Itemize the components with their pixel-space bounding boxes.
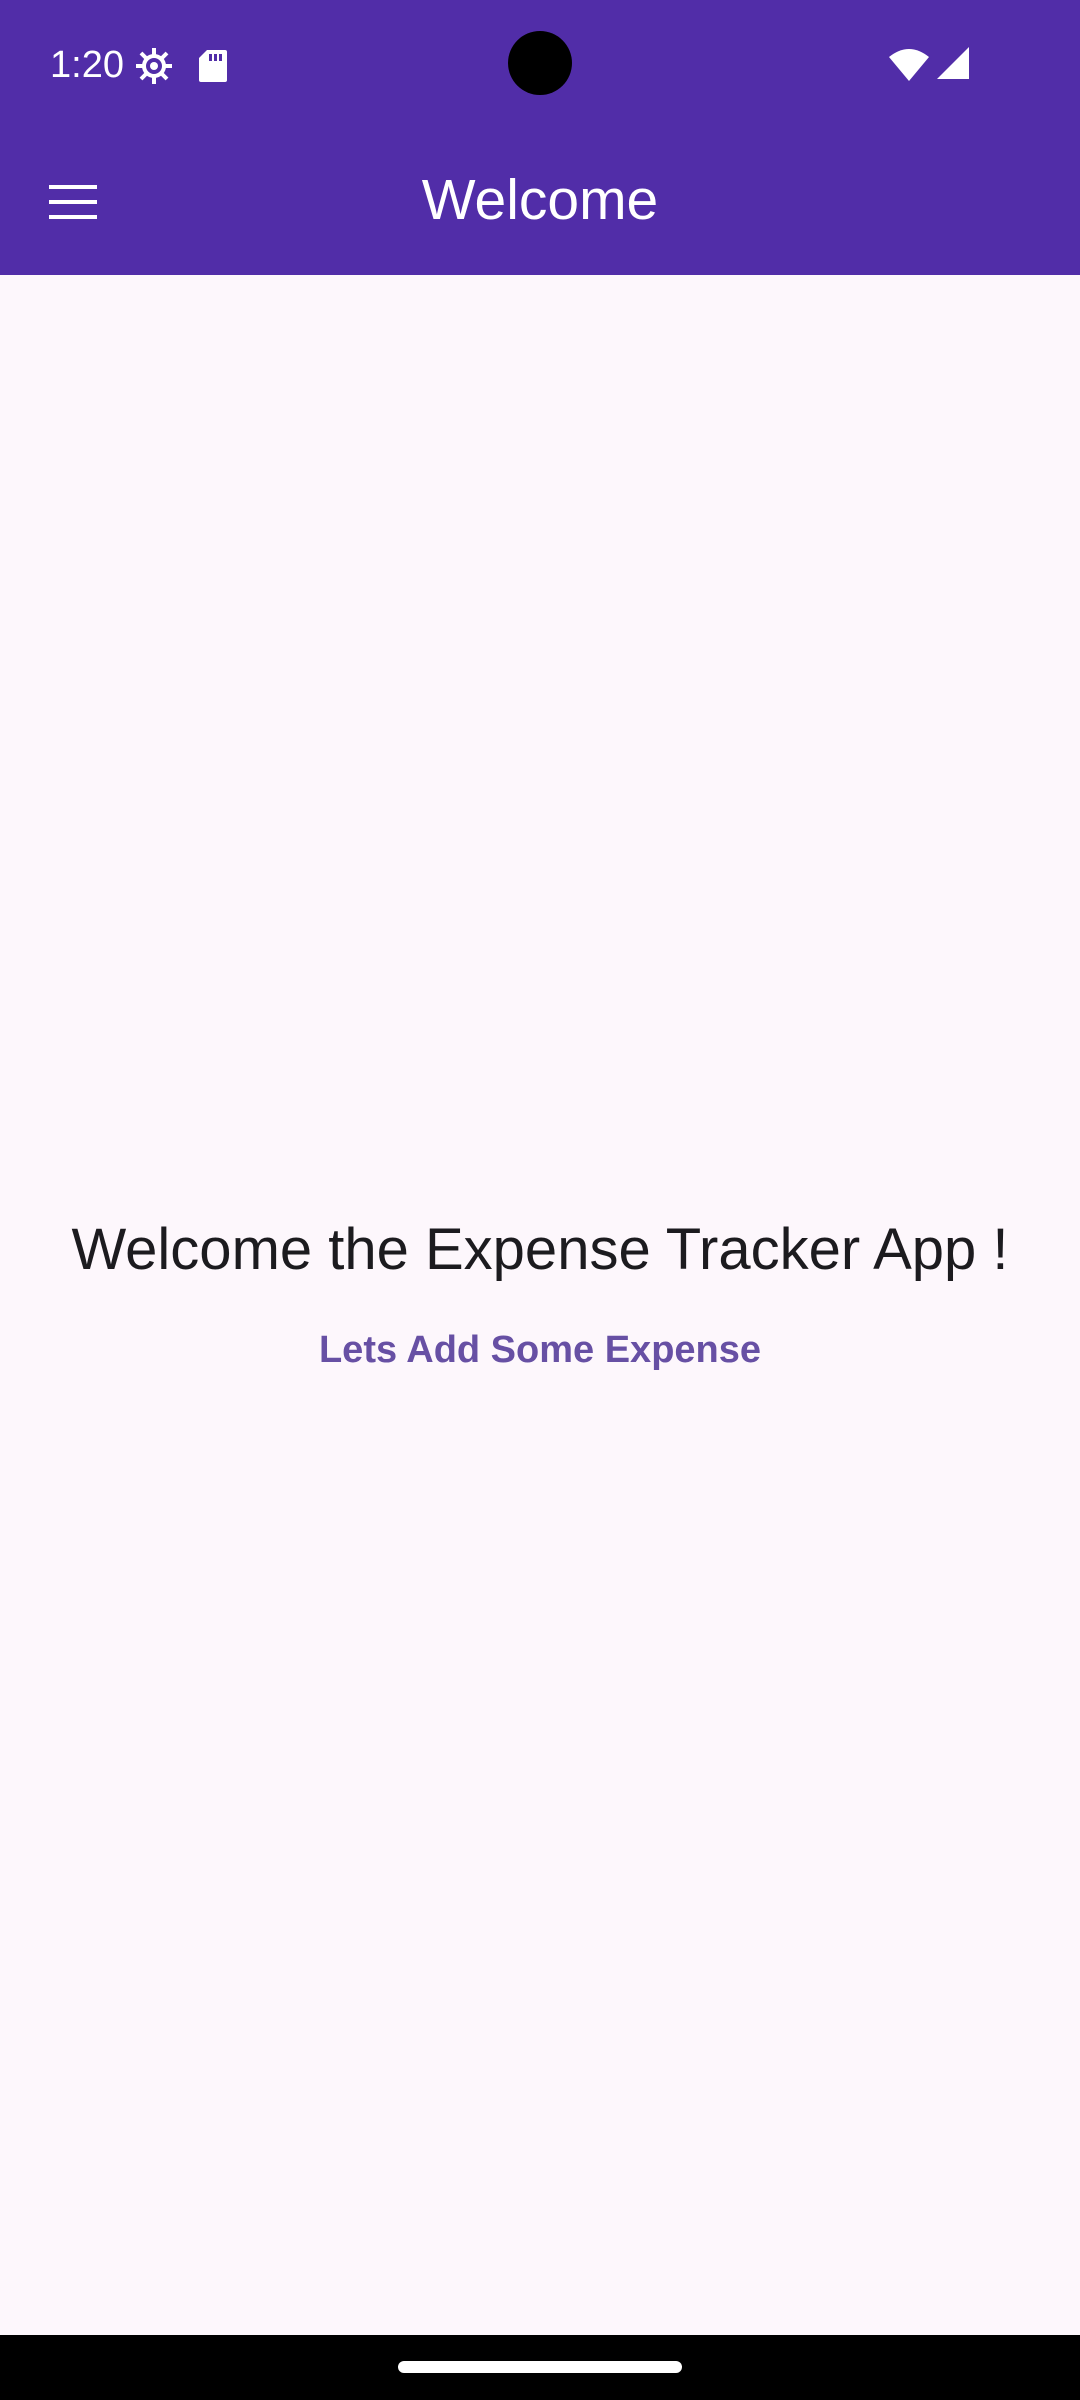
cellular-signal-icon: [937, 47, 969, 79]
status-time: 1:20: [50, 44, 124, 86]
wifi-icon: [889, 49, 929, 81]
camera-cutout: [508, 31, 572, 95]
welcome-message: Welcome the Expense Tracker App !: [71, 1217, 1009, 1282]
app-bar: Welcome: [0, 128, 1080, 275]
sd-card-icon: [199, 50, 227, 82]
navigation-bar: [0, 2335, 1080, 2400]
home-indicator[interactable]: [398, 2361, 682, 2373]
add-expense-button[interactable]: Lets Add Some Expense: [290, 1310, 790, 1390]
settings-icon: [136, 48, 172, 84]
page-title: Welcome: [421, 168, 659, 232]
main-content: Welcome the Expense Tracker App ! Lets A…: [0, 275, 1080, 2335]
status-bar: 1:20: [0, 0, 1080, 128]
